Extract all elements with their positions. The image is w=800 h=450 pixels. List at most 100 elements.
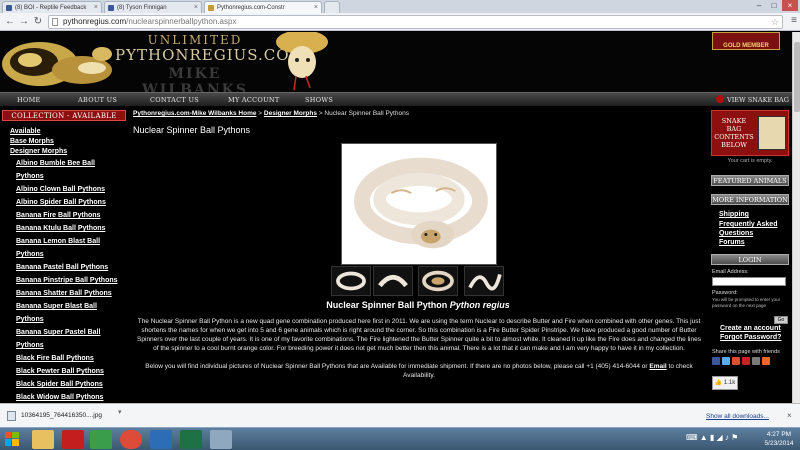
nav-contact-us[interactable]: CONTACT US <box>150 93 199 107</box>
snake-thumbnail[interactable] <box>418 266 458 296</box>
google-plus-share-icon[interactable] <box>732 357 740 365</box>
morph-link[interactable]: Black Spider Ball Pythons <box>16 381 103 388</box>
forgot-password-link[interactable]: Forgot Password? <box>720 334 781 341</box>
download-filename: 10364195_764416350....jpg <box>21 412 102 419</box>
forums-link[interactable]: Forums <box>719 239 745 246</box>
minimize-window-icon[interactable]: – <box>752 0 766 11</box>
tab-label: (8) Tyson Finnigan <box>117 5 167 11</box>
shipping-link[interactable]: Shipping <box>719 211 749 218</box>
download-item[interactable]: 10364195_764416350....jpg <box>3 408 115 424</box>
email-link[interactable]: Email <box>649 363 666 370</box>
email-label: Email Address: <box>712 269 749 275</box>
email-share-icon[interactable] <box>752 357 760 365</box>
gold-member-badge: GOLD MEMBER <box>712 32 780 50</box>
chrome-icon[interactable] <box>120 430 142 449</box>
facebook-share-icon[interactable] <box>712 357 720 365</box>
close-tab-icon[interactable]: × <box>194 2 198 13</box>
browser-toolbar: ← → ↻ pythonregius.com/nuclearspinnerbal… <box>0 13 800 31</box>
bookmark-star-icon[interactable]: ☆ <box>771 16 779 28</box>
morph-link[interactable]: Pythons <box>16 316 44 323</box>
settings-app-icon[interactable] <box>210 430 232 449</box>
morph-link[interactable]: Pythons <box>16 342 44 349</box>
tab-pythonregius[interactable]: Pythonregius.com-Constr × <box>204 1 322 13</box>
python-head-image <box>276 32 328 91</box>
page-icon <box>52 18 58 26</box>
breadcrumb-designer-morphs[interactable]: Designer Morphs <box>264 110 317 117</box>
nav-shows[interactable]: SHOWS <box>305 93 333 107</box>
reload-icon[interactable]: ↻ <box>32 15 44 28</box>
nav-home[interactable]: HOME <box>17 93 41 107</box>
close-window-icon[interactable]: × <box>782 0 798 11</box>
faq-link[interactable]: Frequently Asked <box>719 221 777 228</box>
category-link[interactable]: Available <box>10 128 40 135</box>
close-shelf-icon[interactable]: × <box>787 411 792 420</box>
excel-icon[interactable] <box>180 430 202 449</box>
tab-tyson-finnigan[interactable]: (8) Tyson Finnigan × <box>104 1 202 13</box>
new-tab-button[interactable] <box>324 1 340 13</box>
show-all-downloads-link[interactable]: Show all downloads... <box>706 413 769 420</box>
scrollbar-thumb[interactable] <box>794 42 800 112</box>
morph-link[interactable]: Banana Pinstripe Ball Pythons <box>16 277 118 284</box>
nav-my-account[interactable]: MY ACCOUNT <box>228 93 279 107</box>
morph-link[interactable]: Banana Shatter Ball Pythons <box>16 290 112 297</box>
clock-time: 4:27 PM <box>766 431 792 438</box>
morph-link[interactable]: Black Widow Ball Pythons <box>16 394 103 401</box>
category-link[interactable]: Designer Morphs <box>10 148 67 155</box>
snake-thumbnail[interactable] <box>464 266 504 296</box>
tumblr-app-icon[interactable] <box>62 430 84 449</box>
windows-start-icon[interactable] <box>5 432 19 446</box>
cart-empty-text: Your cart is empty. <box>727 158 773 164</box>
morph-link[interactable]: Banana Super Pastel Ball <box>16 329 100 336</box>
page-scrollbar[interactable] <box>792 32 800 403</box>
close-tab-icon[interactable]: × <box>94 2 98 13</box>
morph-link[interactable]: Pythons <box>16 251 44 258</box>
morph-link[interactable]: Banana Ktulu Ball Pythons <box>16 225 105 232</box>
twitter-share-icon[interactable] <box>722 357 730 365</box>
featured-animals-heading[interactable]: FEATURED ANIMALS <box>711 175 789 186</box>
password-note: You will be prompted to enter your passw… <box>712 297 781 308</box>
category-link[interactable]: Base Morphs <box>10 138 54 145</box>
nav-about-us[interactable]: ABOUT US <box>78 93 117 107</box>
chrome-menu-icon[interactable]: ≡ <box>791 15 797 26</box>
taskbar-clock[interactable]: 4:27 PM 5/23/2014 <box>760 430 798 448</box>
maximize-window-icon[interactable]: □ <box>767 0 781 11</box>
system-tray-icons[interactable]: ⌨ ▲ ▮ ◢ ♪ ⚑ <box>686 433 738 442</box>
tab-label: (8) BOI - Reptile Feedback <box>15 5 87 11</box>
forward-arrow-icon[interactable]: → <box>18 15 30 28</box>
morph-link[interactable]: Banana Fire Ball Pythons <box>16 212 100 219</box>
clock-date: 5/23/2014 <box>764 440 794 447</box>
morph-link[interactable]: Albino Clown Ball Pythons <box>16 186 105 193</box>
google-drive-icon[interactable] <box>90 430 112 449</box>
pinterest-share-icon[interactable] <box>742 357 750 365</box>
download-menu-chevron-icon[interactable]: ▾ <box>118 408 122 416</box>
breadcrumb-current: Nuclear Spinner Ball Pythons <box>324 110 409 117</box>
morph-link[interactable]: Black Pewter Ball Pythons <box>16 368 104 375</box>
facebook-like-button[interactable]: 👍 1.1k <box>712 376 738 390</box>
morph-link[interactable]: Banana Super Blast Ball <box>16 303 97 310</box>
main-snake-photo[interactable] <box>341 143 497 265</box>
email-input[interactable] <box>712 277 786 286</box>
snake-bag-panel[interactable]: SNAKE BAG CONTENTS BELOW <box>711 110 789 156</box>
browser-tab-strip: (8) BOI - Reptile Feedback × (8) Tyson F… <box>0 0 800 13</box>
close-tab-icon[interactable]: × <box>314 2 318 13</box>
snake-thumbnail[interactable] <box>373 266 413 296</box>
logo-site-name[interactable]: PYTHONREGIUS.COM <box>115 46 305 64</box>
morph-link[interactable]: Albino Bumble Bee Ball <box>16 160 95 167</box>
morph-link[interactable]: Pythons <box>16 173 44 180</box>
morph-link[interactable]: Banana Pastel Ball Pythons <box>16 264 108 271</box>
snake-thumbnail[interactable] <box>331 266 371 296</box>
file-explorer-icon[interactable] <box>32 430 54 449</box>
morph-link[interactable]: Black Fire Ball Pythons <box>16 355 94 362</box>
morph-link[interactable]: Albino Spider Ball Pythons <box>16 199 106 206</box>
breadcrumb-home[interactable]: Pythonregius.com-Mike Wilbanks Home <box>133 110 256 117</box>
back-arrow-icon[interactable]: ← <box>4 15 16 28</box>
login-go-button[interactable]: Go <box>774 316 788 324</box>
morph-link[interactable]: Banana Lemon Blast Ball <box>16 238 100 245</box>
address-bar[interactable]: pythonregius.com/nuclearspinnerballpytho… <box>48 15 783 29</box>
view-snake-bag-link[interactable]: VIEW SNAKE BAG <box>716 93 789 107</box>
more-share-icon[interactable] <box>762 357 770 365</box>
mail-app-icon[interactable] <box>150 430 172 449</box>
faq-link-continued[interactable]: Questions <box>719 230 753 237</box>
tab-boi-reptile-feedback[interactable]: (8) BOI - Reptile Feedback × <box>2 1 102 13</box>
create-account-link[interactable]: Create an account <box>720 325 781 332</box>
